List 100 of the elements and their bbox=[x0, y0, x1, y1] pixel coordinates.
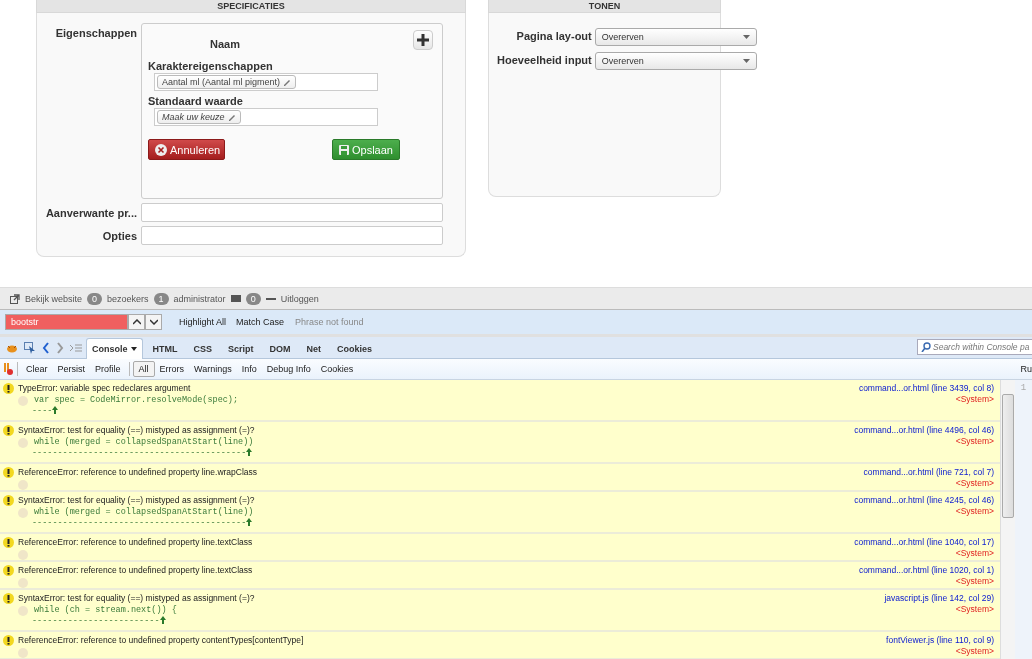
external-link-icon bbox=[10, 293, 20, 304]
panel-tab[interactable]: Net bbox=[300, 338, 328, 358]
filter-button[interactable]: Cookies bbox=[315, 361, 359, 377]
breakpoint-icon[interactable] bbox=[18, 606, 28, 616]
dropdown[interactable]: Overerven bbox=[594, 28, 757, 46]
breakpoint-icon[interactable] bbox=[18, 438, 28, 448]
filter-button[interactable]: Debug Info bbox=[261, 361, 316, 377]
error-pointer: ------------------------- bbox=[32, 616, 160, 627]
close-icon bbox=[155, 143, 167, 156]
run-button[interactable]: Ru bbox=[1020, 364, 1032, 374]
source-link[interactable]: command...or.html (line 4245, col 46) bbox=[854, 495, 994, 506]
tag-field[interactable]: Aantal ml (Aantal ml pigment) bbox=[154, 73, 378, 91]
error-pointer: ---- bbox=[32, 406, 53, 417]
source-link[interactable]: command...or.html (line 721, col 7) bbox=[863, 467, 994, 478]
up-arrow-icon bbox=[159, 616, 166, 624]
next-button[interactable] bbox=[145, 314, 162, 330]
tag-field[interactable]: Maak uw keuze bbox=[154, 108, 378, 126]
previous-button[interactable] bbox=[128, 314, 145, 330]
warning-icon bbox=[3, 495, 14, 506]
source-link[interactable]: command...or.html (line 1020, col 1) bbox=[858, 565, 994, 576]
log-message: ReferenceError: reference to undefined property line.textClass bbox=[18, 537, 253, 547]
log-message: ReferenceError: reference to undefined property line.wrapClass bbox=[18, 467, 258, 477]
origin-label: <System> bbox=[955, 646, 994, 657]
origin-label: <System> bbox=[955, 576, 994, 587]
filter-button[interactable]: All bbox=[132, 361, 155, 377]
tag: Aantal ml (Aantal ml pigment) bbox=[157, 75, 297, 89]
field-label: Opties bbox=[102, 230, 137, 242]
scrollbar[interactable] bbox=[1000, 380, 1015, 659]
panel-tab[interactable]: Script bbox=[222, 338, 260, 358]
filter-button[interactable]: Info bbox=[236, 361, 262, 377]
panel-tab[interactable]: CSS bbox=[187, 338, 219, 358]
warning-icon bbox=[3, 425, 14, 436]
field-label: Standaard waarde bbox=[148, 95, 243, 107]
cancel-button[interactable]: Annuleren bbox=[148, 139, 225, 160]
column-heading: Naam bbox=[210, 38, 240, 50]
filter-button[interactable]: Errors bbox=[154, 361, 190, 377]
panel-tab[interactable]: HTML bbox=[146, 338, 184, 358]
field-label: Pagina lay-out bbox=[515, 29, 592, 44]
warning-icon bbox=[3, 565, 14, 576]
code-line: while (merged = collapsedSpanAtStart(line)) bbox=[34, 437, 254, 448]
bug-icon[interactable] bbox=[6, 343, 18, 353]
code-line: while (ch = stream.next()) { bbox=[34, 605, 177, 616]
caret-icon bbox=[742, 59, 750, 63]
panel-tab[interactable]: Console bbox=[86, 338, 143, 359]
field-label: Aanverwante pr... bbox=[45, 207, 137, 219]
origin-label: <System> bbox=[955, 506, 994, 517]
error-pointer: ------------------------------------------ bbox=[32, 518, 247, 529]
filter-button[interactable]: Warnings bbox=[189, 361, 237, 377]
add-button[interactable] bbox=[413, 30, 433, 50]
field-label: Eigenschappen bbox=[55, 27, 137, 39]
input-field[interactable] bbox=[141, 226, 443, 245]
code-line: var spec = CodeMirror.resolveMode(spec); bbox=[34, 395, 239, 406]
log-message: SyntaxError: test for equality (==) mistyped as assignment (=)? bbox=[18, 425, 255, 435]
logout-link[interactable]: Uitloggen bbox=[280, 293, 319, 304]
count-badge: 0 bbox=[245, 292, 261, 305]
list-icon[interactable] bbox=[70, 343, 82, 353]
breakpoint-icon[interactable] bbox=[18, 396, 28, 406]
toolbar-button[interactable]: Persist bbox=[52, 361, 91, 377]
panel-tab[interactable]: DOM bbox=[263, 338, 297, 358]
warning-icon bbox=[3, 635, 14, 646]
log-message: ReferenceError: reference to undefined property contentTypes[contentType] bbox=[18, 635, 304, 645]
origin-label: <System> bbox=[955, 548, 994, 559]
up-arrow-icon bbox=[246, 448, 253, 456]
origin-label: <System> bbox=[955, 478, 994, 489]
inspect-icon[interactable] bbox=[24, 342, 36, 354]
count-badge: 0 bbox=[87, 292, 103, 305]
tag: Maak uw keuze bbox=[157, 110, 241, 124]
source-link[interactable]: command...or.html (line 1040, col 17) bbox=[854, 537, 994, 548]
toolbar-button[interactable]: Profile bbox=[90, 361, 126, 377]
panel-tab[interactable]: Cookies bbox=[331, 338, 379, 358]
count-label: administrator bbox=[173, 293, 226, 304]
origin-label: <System> bbox=[955, 394, 994, 405]
back-icon[interactable] bbox=[42, 342, 50, 354]
breakpoint-icon[interactable] bbox=[18, 508, 28, 518]
breakpoint-icon[interactable] bbox=[18, 648, 28, 658]
source-link[interactable]: fontViewer.js (line 110, col 9) bbox=[886, 635, 994, 646]
input-field[interactable] bbox=[141, 203, 443, 222]
log-message: TypeError: variable spec redeclares argument bbox=[18, 383, 191, 393]
log-message: SyntaxError: test for equality (==) mistyped as assignment (=)? bbox=[18, 495, 255, 505]
origin-label: <System> bbox=[955, 436, 994, 447]
website-link[interactable]: Bekijk website bbox=[25, 293, 83, 304]
warning-icon bbox=[3, 593, 14, 604]
forward-icon[interactable] bbox=[56, 342, 64, 354]
pause-icon[interactable] bbox=[4, 363, 14, 375]
dropdown[interactable]: Overerven bbox=[594, 52, 757, 70]
source-link[interactable]: command...or.html (line 3439, col 8) bbox=[858, 383, 994, 394]
breakpoint-icon[interactable] bbox=[18, 578, 28, 588]
code-line: while (merged = collapsedSpanAtStart(line)) bbox=[34, 507, 254, 518]
source-link[interactable]: javascript.js (line 142, col 29) bbox=[884, 593, 994, 604]
breakpoint-icon[interactable] bbox=[18, 550, 28, 560]
toolbar-button[interactable]: Clear bbox=[21, 361, 53, 377]
search-field[interactable]: Search within Console pa bbox=[917, 339, 1032, 355]
breakpoint-icon[interactable] bbox=[18, 480, 28, 490]
find-option[interactable]: Highlight All bbox=[174, 317, 232, 327]
panel-title: SPECIFICATIES bbox=[36, 0, 466, 13]
field-label: Karaktereigenschappen bbox=[148, 60, 273, 72]
find-option[interactable]: Match Case bbox=[231, 317, 290, 327]
find-status: Phrase not found bbox=[295, 317, 364, 327]
envelope-icon[interactable] bbox=[230, 295, 241, 302]
source-link[interactable]: command...or.html (line 4496, col 46) bbox=[854, 425, 994, 436]
